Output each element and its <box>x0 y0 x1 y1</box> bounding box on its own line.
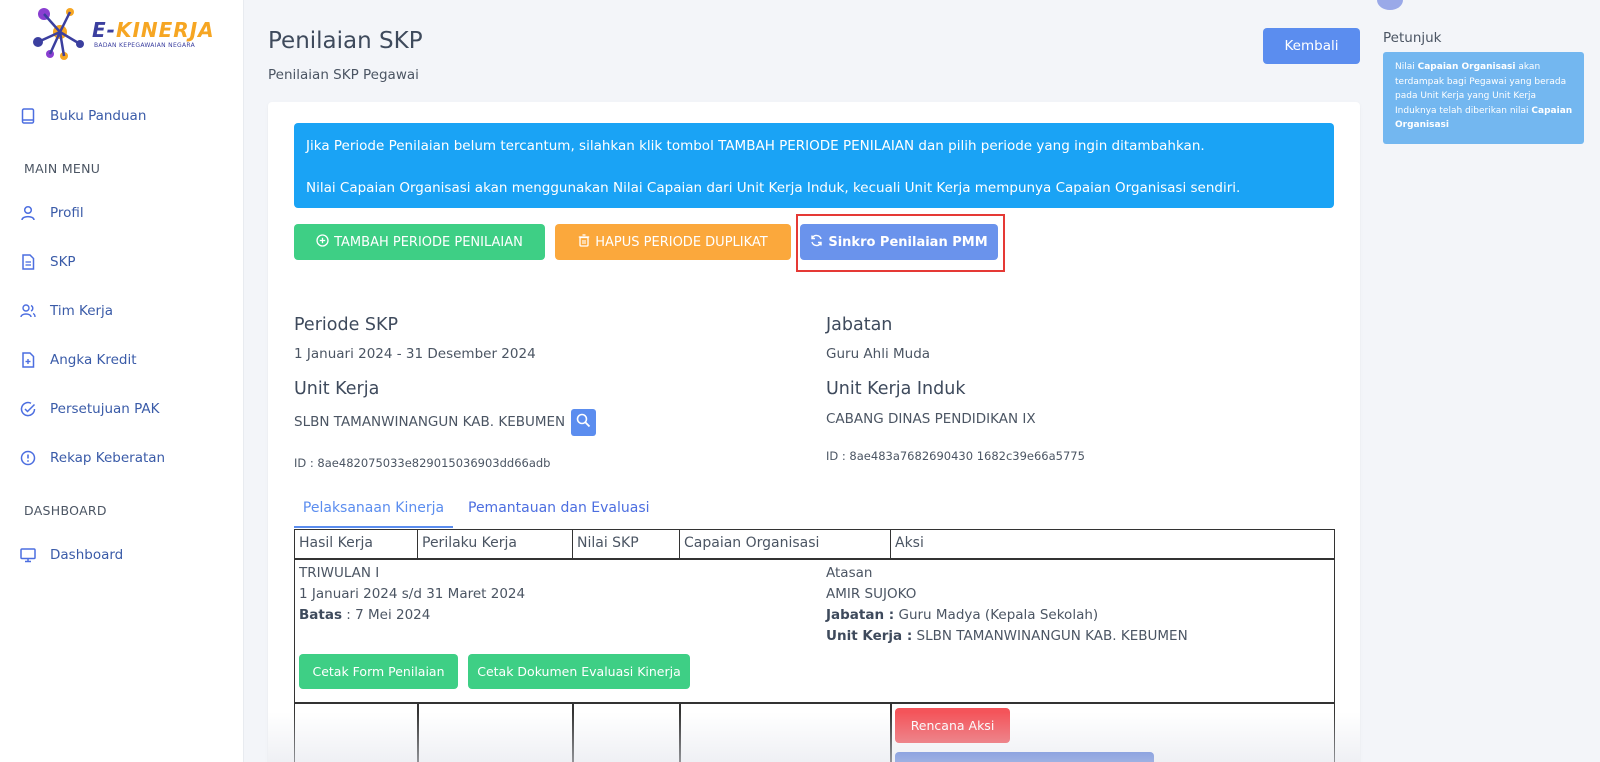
sidebar-item-rekap-keberatan[interactable]: Rekap Keberatan <box>0 438 244 478</box>
sidebar-item-tim-kerja[interactable]: Tim Kerja <box>0 291 244 331</box>
user-icon <box>20 205 36 221</box>
unit-induk-value: CABANG DINAS PENDIDIKAN IX <box>826 411 1036 427</box>
sidebar-item-label: SKP <box>50 254 76 270</box>
sidebar-item-label: Angka Kredit <box>50 352 137 368</box>
sidebar-item-label: Rekap Keberatan <box>50 450 166 466</box>
page-title: Penilaian SKP <box>268 28 423 54</box>
jabatan-value: Guru Ahli Muda <box>826 346 931 362</box>
sidebar-item-label: Dashboard <box>50 547 124 563</box>
search-unit-button[interactable] <box>571 409 596 436</box>
unit-kerja-label: Unit Kerja <box>294 379 380 399</box>
atasan-name: AMIR SUJOKO <box>826 586 917 602</box>
cetak-dokumen-button[interactable]: Cetak Dokumen Evaluasi Kinerja <box>468 654 690 689</box>
tab-pelaksanaan-kinerja[interactable]: Pelaksanaan Kinerja <box>294 500 453 528</box>
header-hasil-kerja: Hasil Kerja <box>295 530 418 559</box>
sidebar-item-label: Buku Panduan <box>50 108 147 124</box>
info-line-1: Jika Periode Penilaian belum tercantum, … <box>306 138 1205 154</box>
period-batas: Batas : 7 Mei 2024 <box>299 607 431 623</box>
period-range: 1 Januari 2024 s/d 31 Maret 2024 <box>299 586 526 602</box>
atasan-label: Atasan <box>826 565 873 581</box>
sidebar-item-angka-kredit[interactable]: Angka Kredit <box>0 340 244 380</box>
periode-value: 1 Januari 2024 - 31 Desember 2024 <box>294 346 536 362</box>
sidebar-item-profil[interactable]: Profil <box>0 193 244 233</box>
tambah-periode-button[interactable]: TAMBAH PERIODE PENILAIAN <box>294 224 545 260</box>
cetak-form-button[interactable]: Cetak Form Penilaian <box>299 654 458 689</box>
header-capaian-organisasi: Capaian Organisasi <box>680 530 891 559</box>
petunjuk-title: Petunjuk <box>1383 30 1442 46</box>
sidebar-item-label: Profil <box>50 205 84 221</box>
plus-circle-icon <box>316 233 329 251</box>
rencana-aksi-button[interactable]: Rencana Aksi <box>895 708 1010 743</box>
sidebar-item-label: Tim Kerja <box>50 303 114 319</box>
users-icon <box>20 303 36 319</box>
check-circle-icon <box>20 401 36 417</box>
sidebar: E-KINERJA BADAN KEPEGAWAIAN NEGARA Buku … <box>0 0 244 762</box>
atasan-jabatan: Jabatan : Guru Madya (Kepala Sekolah) <box>826 607 1099 623</box>
sidebar-item-buku-panduan[interactable]: Buku Panduan <box>0 96 244 136</box>
search-icon <box>576 413 591 432</box>
info-line-2: Nilai Capaian Organisasi akan menggunaka… <box>306 180 1241 196</box>
header-perilaku-kerja: Perilaku Kerja <box>418 530 573 559</box>
document-icon <box>20 254 36 270</box>
highlight-box <box>796 214 1005 272</box>
period-info: TRIWULAN I 1 Januari 2024 s/d 31 Maret 2… <box>299 563 525 626</box>
header-nilai-skp: Nilai SKP <box>573 530 680 559</box>
sidebar-item-label: Persetujuan PAK <box>50 401 160 417</box>
hapus-duplikat-button[interactable]: HAPUS PERIODE DUPLIKAT <box>555 224 791 260</box>
atasan-unit: Unit Kerja : SLBN TAMANWINANGUN KAB. KEB… <box>826 628 1188 644</box>
unit-induk-label: Unit Kerja Induk <box>826 379 966 399</box>
file-plus-icon <box>20 352 36 368</box>
tab-pemantauan-evaluasi[interactable]: Pemantauan dan Evaluasi <box>468 500 650 516</box>
section-dashboard: DASHBOARD <box>24 503 107 518</box>
penilaian-table: Hasil Kerja Perilaku Kerja Nilai SKP Cap… <box>294 529 1335 762</box>
sidebar-item-dashboard[interactable]: Dashboard <box>0 535 244 575</box>
sidebar-item-persetujuan-pak[interactable]: Persetujuan PAK <box>0 389 244 429</box>
unit-induk-id: ID : 8ae483a7682690430 1682c39e66a5775 <box>826 449 1085 463</box>
monitor-icon <box>20 547 36 563</box>
atasan-info: Atasan AMIR SUJOKO Jabatan : Guru Madya … <box>826 563 1188 647</box>
back-button[interactable]: Kembali <box>1263 28 1360 64</box>
header-aksi: Aksi <box>895 535 924 551</box>
brand-subtitle: BADAN KEPEGAWAIAN NEGARA <box>94 42 196 49</box>
period-name: TRIWULAN I <box>299 565 380 581</box>
sidebar-item-skp[interactable]: SKP <box>0 242 244 282</box>
action-button-cutoff[interactable] <box>895 752 1154 762</box>
e-kinerja-logo[interactable]: E-KINERJA BADAN KEPEGAWAIAN NEGARA <box>30 4 220 62</box>
section-main-menu: MAIN MENU <box>24 161 101 176</box>
unit-kerja-id: ID : 8ae482075033e829015036903dd66adb <box>294 456 551 470</box>
logo-mark-icon <box>33 8 84 60</box>
petunjuk-box: Nilai Capaian Organisasi akan terdampak … <box>1383 52 1584 144</box>
alert-circle-icon <box>20 450 36 466</box>
jabatan-label: Jabatan <box>826 315 893 335</box>
info-alert: Jika Periode Penilaian belum tercantum, … <box>294 123 1334 208</box>
avatar[interactable] <box>1377 0 1403 10</box>
periode-label: Periode SKP <box>294 315 399 335</box>
trash-icon <box>578 233 590 251</box>
book-icon <box>20 108 36 124</box>
unit-kerja-value: SLBN TAMANWINANGUN KAB. KEBUMEN <box>294 414 566 430</box>
brand-name: E-KINERJA <box>92 18 215 42</box>
page-subtitle: Penilaian SKP Pegawai <box>268 67 419 83</box>
